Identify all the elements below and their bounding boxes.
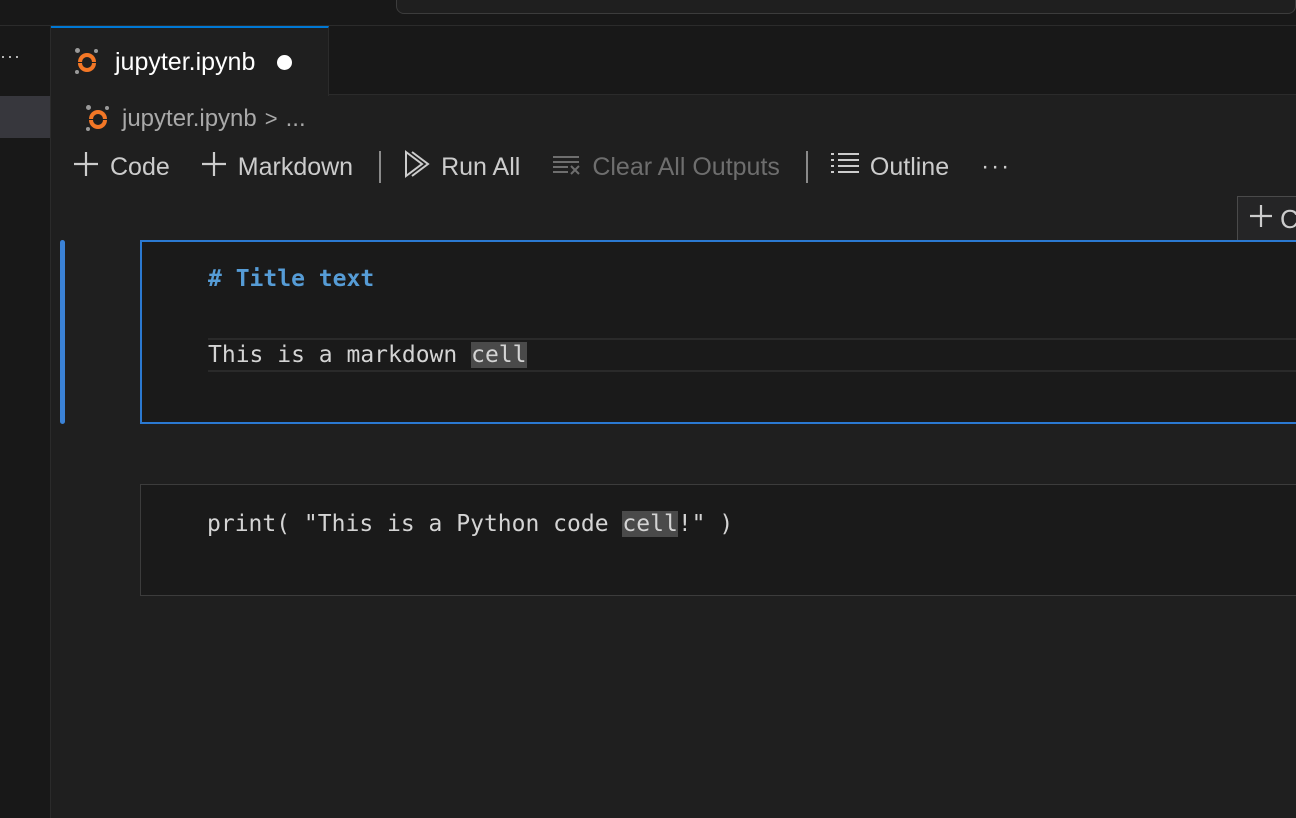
tab-bar: jupyter.ipynb [51,26,1296,96]
breadcrumb-separator: > [264,106,278,131]
outline-button[interactable]: Outline [830,146,949,188]
breadcrumb-symbols[interactable]: ... [286,105,306,133]
run-all-icon [403,149,431,185]
jupyter-icon [84,105,112,133]
clear-all-outputs-label: Clear All Outputs [592,152,780,181]
title-bar [0,0,1296,26]
tab-label: jupyter.ipynb [115,47,256,76]
add-markdown-cell-button[interactable]: Markdown [200,146,353,188]
add-code-cell-button[interactable]: Code [72,146,170,188]
tab-jupyter-notebook[interactable]: jupyter.ipynb [51,26,329,96]
add-code-label: Code [110,152,170,181]
plus-icon [1248,203,1274,236]
clear-all-outputs-button[interactable]: Clear All Outputs [552,146,780,188]
code-text-after: !" ) [677,511,734,537]
breadcrumb: jupyter.ipynb > ... [84,100,306,138]
add-markdown-label: Markdown [237,152,354,181]
toolbar-divider [805,151,808,183]
explorer-panel: ··· [0,26,51,818]
plus-icon [72,150,100,185]
unsaved-dot-icon[interactable] [277,54,293,70]
code-cell[interactable]: print( "This is a Python code cell!" ) [140,484,1296,596]
more-actions-icon[interactable]: ··· [981,146,1011,188]
toolbar-divider [379,151,382,183]
breadcrumb-file[interactable]: jupyter.ipynb [122,105,257,133]
markdown-text: This is a markdown [208,342,472,368]
plus-icon [200,150,228,185]
jupyter-icon [73,48,101,76]
clear-outputs-icon [552,150,582,185]
floating-add-cell-button[interactable]: C [1237,196,1296,242]
markdown-heading: # Title text [208,266,375,292]
outline-label: Outline [869,152,950,181]
word-highlight: cell [471,342,527,368]
list-icon [830,150,860,185]
markdown-cell[interactable]: # Title text This is a markdown cell [140,240,1296,424]
command-center[interactable] [396,0,1296,14]
cell-focus-indicator [60,240,65,424]
word-highlight: cell [622,511,678,537]
notebook-toolbar: Code Markdown Run All Clear All Outputs … [72,146,1011,188]
run-all-button[interactable]: Run All [403,146,520,188]
run-all-label: Run All [441,152,521,181]
code-line[interactable]: print( "This is a Python code cell!" ) [207,509,733,539]
more-actions-icon[interactable]: ··· [0,46,20,66]
explorer-selected-item[interactable] [0,96,50,138]
code-text-before: print( "This is a Python code [207,511,623,537]
markdown-text-line[interactable]: This is a markdown cell [208,338,1296,372]
floating-add-label: C [1280,204,1296,235]
